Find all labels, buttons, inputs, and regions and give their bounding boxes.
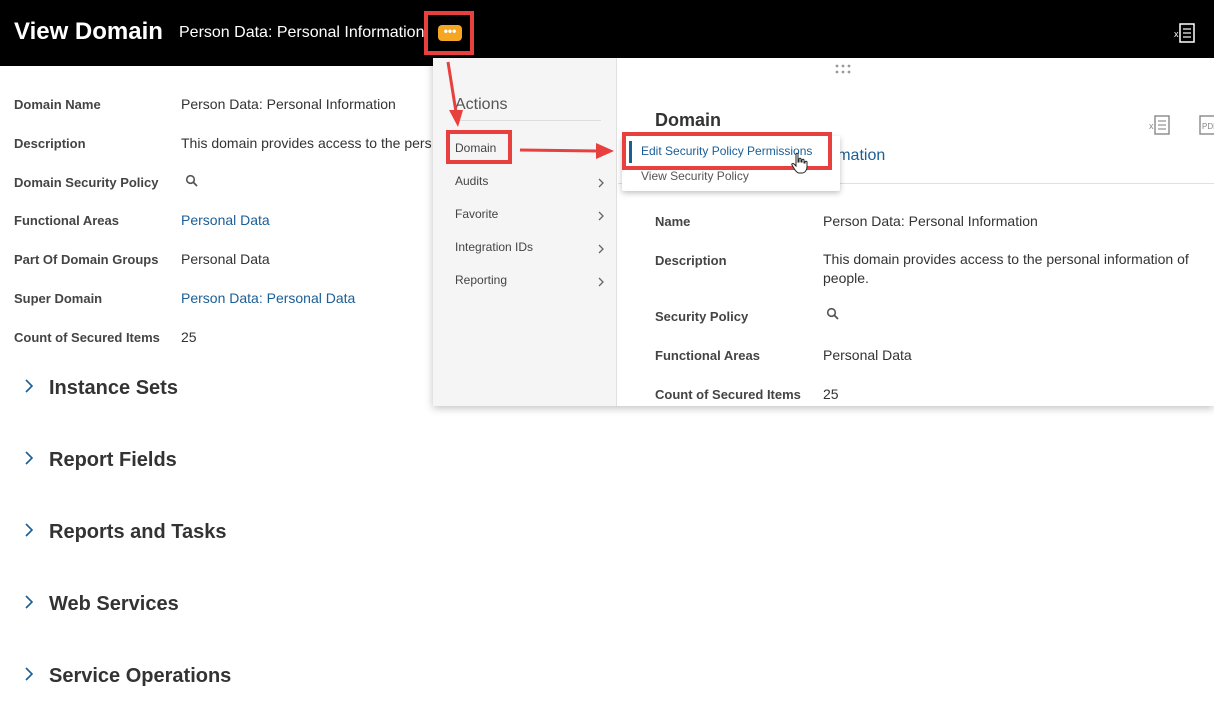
field-value: This domain provides access to the pers <box>181 135 432 151</box>
related-actions-button[interactable]: ••• <box>438 25 462 41</box>
divider <box>455 120 601 121</box>
field-label: Super Domain <box>14 291 103 306</box>
field-value: 25 <box>181 329 197 345</box>
action-label: Favorite <box>455 207 499 221</box>
detail-field-value: This domain provides access to the perso… <box>823 251 1189 286</box>
section-label: Web Services <box>49 593 179 615</box>
action-label: Audits <box>455 174 489 188</box>
related-actions-popup: Actions Domain Audits Favorite Integrati… <box>433 58 1214 406</box>
svg-text:x: x <box>1174 29 1179 39</box>
top-bar: View Domain Person Data: Personal Inform… <box>0 0 1214 66</box>
chevron-right-icon <box>25 523 34 537</box>
action-item-domain[interactable]: Domain <box>455 141 605 163</box>
action-label: Domain <box>455 141 497 155</box>
actions-title: Actions <box>455 96 508 113</box>
detail-field-value: Person Data: Personal Information <box>823 213 1038 229</box>
section-label: Service Operations <box>49 665 232 687</box>
field-label: Description <box>14 136 86 151</box>
section-label: Reports and Tasks <box>49 521 227 543</box>
search-icon[interactable] <box>185 174 199 188</box>
field-label: Domain Name <box>14 97 101 112</box>
action-item-reporting[interactable]: Reporting <box>455 273 605 295</box>
pdf-export-icon[interactable]: PDF <box>1197 114 1214 136</box>
chevron-right-icon <box>598 178 604 188</box>
chevron-right-icon <box>25 379 34 393</box>
chevron-right-icon <box>25 595 34 609</box>
functional-area-link[interactable]: Personal Data <box>181 212 270 228</box>
field-label: Count of Secured Items <box>14 330 160 345</box>
chevron-right-icon <box>25 667 34 681</box>
action-label: Integration IDs <box>455 240 534 254</box>
detail-field-label: Description <box>655 253 727 268</box>
menu-item-edit-security-policy-permissions[interactable]: Edit Security Policy Permissions <box>641 144 812 158</box>
section-label: Report Fields <box>49 449 177 471</box>
detail-field-label: Security Policy <box>655 309 749 324</box>
detail-field-label: Functional Areas <box>655 348 760 363</box>
excel-export-icon[interactable]: x <box>1174 22 1196 44</box>
detail-field-label: Name <box>655 214 691 229</box>
detail-field-label: Count of Secured Items <box>655 387 801 402</box>
action-item-favorite[interactable]: Favorite <box>455 207 605 229</box>
field-value: Person Data: Personal Information <box>181 96 396 112</box>
field-label: Part Of Domain Groups <box>14 252 159 267</box>
page-title: View Domain <box>14 18 163 45</box>
actions-pane: Actions Domain Audits Favorite Integrati… <box>433 58 617 406</box>
pdf-label: PDF <box>1202 122 1214 131</box>
drag-handle-icon[interactable] <box>835 64 851 74</box>
active-indicator <box>629 141 632 163</box>
chevron-right-icon <box>598 211 604 221</box>
excel-export-icon[interactable]: x <box>1149 114 1171 136</box>
svg-text:x: x <box>1149 121 1154 131</box>
hand-cursor-icon <box>791 152 808 174</box>
page-subtitle: Person Data: Personal Information <box>179 24 425 41</box>
action-label: Reporting <box>455 273 508 287</box>
functional-area-link[interactable]: Personal Data <box>823 346 1203 365</box>
ellipsis-icon: ••• <box>443 24 457 38</box>
action-item-audits[interactable]: Audits <box>455 174 605 196</box>
detail-field-value: 25 <box>823 386 839 402</box>
chevron-right-icon <box>598 244 604 254</box>
field-label: Functional Areas <box>14 213 119 228</box>
section-label: Instance Sets <box>49 377 178 399</box>
chevron-right-icon <box>25 451 34 465</box>
search-icon[interactable] <box>826 307 840 321</box>
super-domain-link[interactable]: Person Data: Personal Data <box>181 290 355 306</box>
chevron-right-icon <box>598 277 604 287</box>
field-label: Domain Security Policy <box>14 175 159 190</box>
menu-item-view-security-policy[interactable]: View Security Policy <box>641 169 749 183</box>
detail-title: Domain <box>655 110 722 130</box>
action-item-integration-ids[interactable]: Integration IDs <box>455 240 605 262</box>
field-value: Personal Data <box>181 251 270 267</box>
